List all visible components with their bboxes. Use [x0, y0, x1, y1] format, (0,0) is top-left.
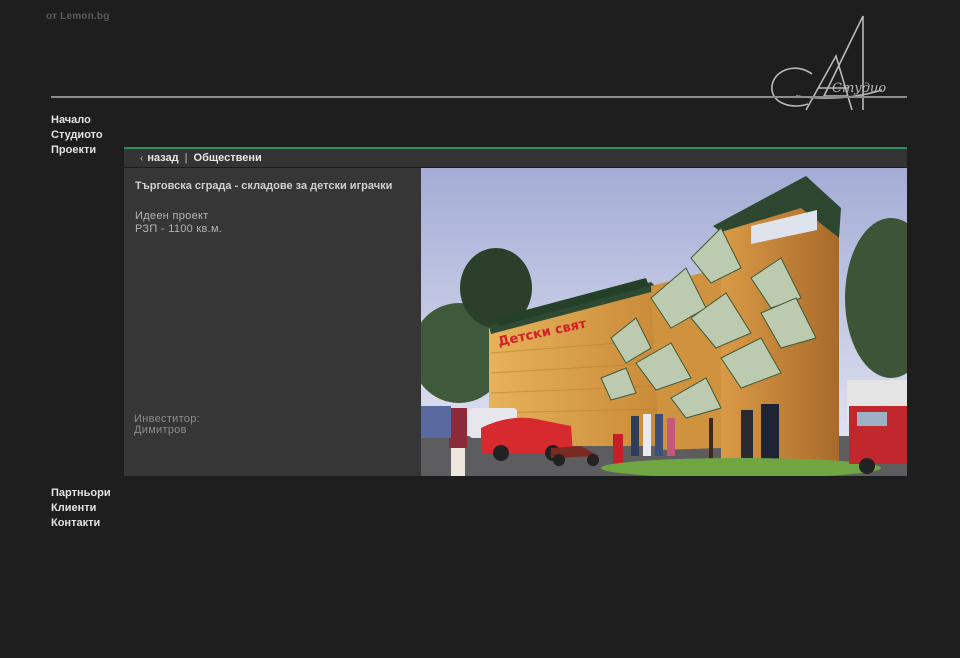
- nav-item-home[interactable]: Начало: [51, 113, 103, 128]
- project-panel: ‹ назад | Обществени Търговска сграда - скл…: [124, 147, 907, 476]
- main-nav-top: Начало Студиото Проекти: [51, 113, 103, 158]
- breadcrumb-category[interactable]: Обществени: [194, 152, 262, 164]
- studio-logo[interactable]: Студио: [766, 12, 888, 114]
- project-title: Търговска сграда - складове за детски иг…: [135, 180, 393, 192]
- credit-link[interactable]: от Lemon.bg: [46, 11, 110, 22]
- nav-item-clients[interactable]: Клиенти: [51, 501, 111, 516]
- nav-item-partners[interactable]: Партньори: [51, 486, 111, 501]
- project-type: Идеен проект: [135, 210, 209, 222]
- back-link[interactable]: назад: [147, 152, 178, 164]
- chevron-left-icon[interactable]: ‹: [140, 153, 143, 164]
- investor-name: Димитров: [134, 424, 187, 436]
- breadcrumb-separator: |: [184, 152, 188, 164]
- nav-item-projects[interactable]: Проекти: [51, 143, 103, 158]
- project-photo[interactable]: Детски свят: [421, 168, 907, 476]
- a1-studio-logo-icon: Студио: [771, 15, 886, 111]
- main-nav-bottom: Партньори Клиенти Контакти: [51, 486, 111, 531]
- header-divider: [51, 96, 907, 98]
- project-investor: Инвеститор: Димитров: [134, 414, 200, 436]
- logo-text: Студио: [832, 81, 886, 96]
- nav-item-studio[interactable]: Студиото: [51, 128, 103, 143]
- project-description: Идеен проект РЗП - 1100 кв.м.: [135, 210, 222, 236]
- project-info: Търговска сграда - складове за детски иг…: [124, 168, 421, 476]
- breadcrumb: ‹ назад | Обществени: [124, 149, 907, 167]
- project-area: РЗП - 1100 кв.м.: [135, 223, 223, 235]
- nav-item-contacts[interactable]: Контакти: [51, 516, 111, 531]
